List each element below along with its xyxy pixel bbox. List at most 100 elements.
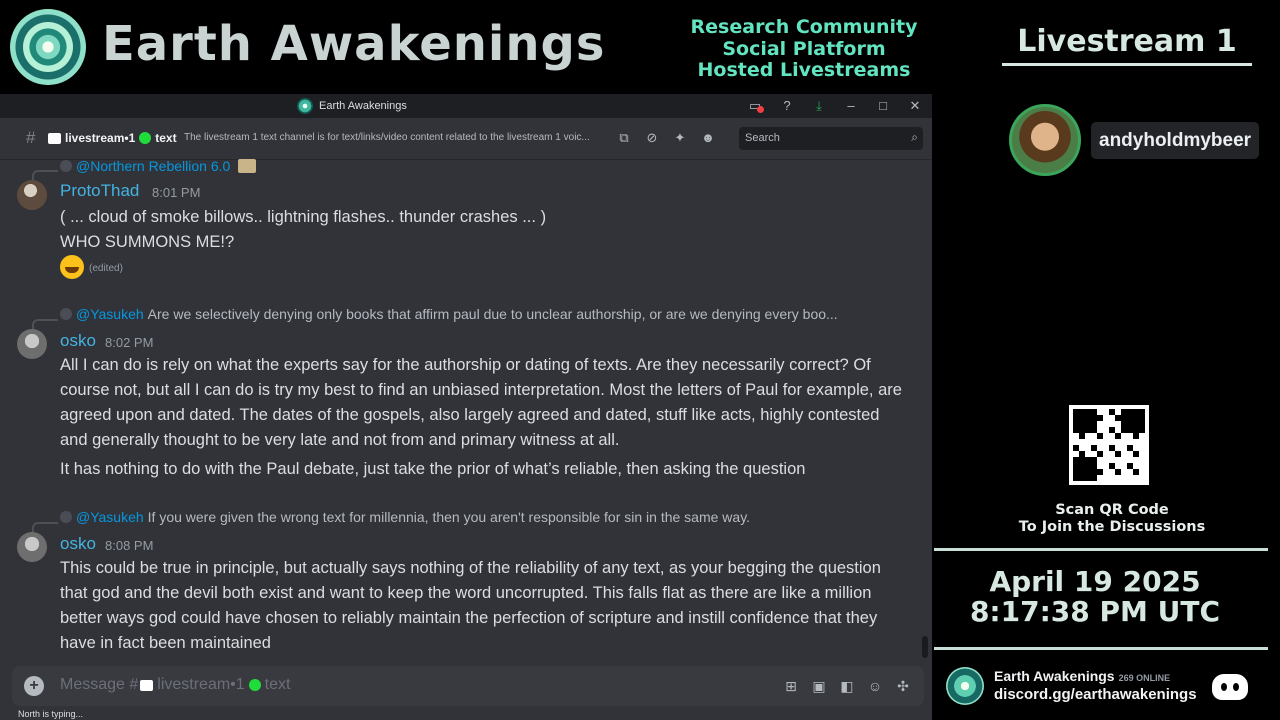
reply-spine — [32, 170, 58, 180]
threads-icon[interactable]: ⧉ — [615, 128, 633, 148]
message-list: @Northern Rebellion 6.0 ProtoThad 8:01 P… — [0, 158, 932, 660]
message-body: This could be true in principle, but act… — [60, 559, 881, 652]
placeholder-channel: livestream•1 — [157, 676, 245, 693]
scan-instructions: Scan QR Code To Join the Discussions — [992, 502, 1232, 536]
server-logo-icon — [297, 98, 313, 114]
username[interactable]: ProtoThad — [60, 181, 139, 201]
sticker-icon[interactable]: ◧ — [838, 676, 856, 696]
message-body: All I can do is rely on what the experts… — [60, 356, 902, 449]
header-icons: ⧉ ⊘ ✦ ☻ — [615, 128, 717, 148]
timestamp: 8:08 PM — [105, 538, 154, 553]
message-body: ( ... cloud of smoke billows.. lightning… — [60, 205, 910, 255]
speech-bubble-icon — [48, 132, 61, 144]
inbox-icon[interactable]: ▭ — [746, 96, 764, 116]
avatar[interactable] — [17, 329, 47, 359]
scrollbar-thumb[interactable] — [922, 636, 928, 658]
reply-reference[interactable]: @Northern Rebellion 6.0 — [60, 158, 257, 174]
placeholder-prefix: Message # — [60, 676, 139, 693]
scan-line: To Join the Discussions — [1018, 519, 1206, 535]
grinning-emoji-icon — [60, 255, 84, 279]
maximize-icon[interactable]: □ — [874, 96, 892, 116]
message-line: WHO SUMMONS ME!? — [60, 233, 235, 251]
download-icon[interactable]: ⤓ — [810, 96, 828, 116]
qr-module — [1139, 475, 1145, 481]
reply-avatar — [60, 160, 72, 172]
date: April 19 2025 — [989, 565, 1201, 598]
discord-icon — [1212, 674, 1248, 700]
reply-text: Are we selectively denying only books th… — [147, 306, 838, 322]
reply-reference[interactable]: @Yasukeh Are we selectively denying only… — [60, 306, 838, 322]
emoji-icon[interactable]: ☺ — [866, 676, 884, 696]
green-circle-icon — [139, 132, 152, 144]
edited-label: (edited) — [89, 263, 123, 274]
host-name: andyholdmybeer — [1091, 122, 1260, 159]
tagline-line: Hosted Livestreams — [697, 59, 911, 81]
divider — [934, 548, 1268, 551]
channel-topic[interactable]: The livestream 1 text channel is for tex… — [184, 132, 609, 143]
reply-spine — [32, 319, 58, 329]
help-icon[interactable]: ? — [778, 96, 796, 116]
datetime: April 19 2025 8:17:38 PM UTC — [940, 567, 1250, 627]
server-info: Earth Awakenings 269 ONLINE — [994, 668, 1170, 684]
mute-icon[interactable]: ⊘ — [643, 128, 661, 148]
discord-window: Earth Awakenings ▭ ? ⤓ – □ ✕ # livestrea… — [0, 94, 932, 720]
reply-text: If you were given the wrong text for mil… — [147, 509, 751, 525]
time: 8:17:38 PM UTC — [969, 595, 1221, 628]
tagline-line: Social Platform — [722, 37, 886, 60]
hash-icon: # — [26, 128, 36, 147]
composer-icons: ⊞ ▣ ◧ ☺ ✣ — [782, 676, 912, 696]
message-line: ( ... cloud of smoke billows.. lightning… — [60, 208, 547, 226]
tagline-line: Research Community — [690, 16, 918, 38]
flag-icon — [238, 159, 257, 173]
avatar[interactable] — [17, 180, 47, 210]
reply-mention[interactable]: @Northern Rebellion 6.0 — [76, 158, 230, 174]
minimize-icon[interactable]: – — [842, 96, 860, 116]
reply-spine — [32, 522, 58, 532]
members-icon[interactable]: ☻ — [699, 128, 717, 148]
gift-icon[interactable]: ⊞ — [782, 676, 800, 696]
reply-reference[interactable]: @Yasukeh If you were given the wrong tex… — [60, 509, 750, 525]
reply-mention[interactable]: @Yasukeh — [76, 509, 144, 525]
username[interactable]: osko — [60, 331, 96, 351]
placeholder-suffix: text — [264, 676, 291, 693]
gif-icon[interactable]: ▣ — [810, 676, 828, 696]
window-title-group: Earth Awakenings — [297, 98, 407, 114]
apps-icon[interactable]: ✣ — [894, 676, 912, 696]
window-title: Earth Awakenings — [319, 100, 407, 112]
invite-link: discord.gg/earthawakenings — [994, 686, 1197, 703]
title-bar: Earth Awakenings ▭ ? ⤓ – □ ✕ — [0, 94, 932, 118]
host-avatar — [1009, 104, 1081, 176]
typing-indicator: North is typing... — [18, 709, 84, 719]
message-placeholder: Message # livestream•1 text — [60, 676, 290, 694]
reply-mention[interactable]: @Yasukeh — [76, 306, 144, 322]
pin-icon[interactable]: ✦ — [671, 128, 689, 148]
timestamp: 8:02 PM — [105, 335, 154, 350]
channel-header: # livestream•1 text The livestream 1 tex… — [0, 118, 932, 160]
tagline: Research Community Social Platform Hoste… — [676, 16, 932, 82]
divider — [934, 647, 1268, 650]
add-attachment-icon[interactable]: + — [24, 676, 44, 696]
green-circle-icon — [248, 679, 261, 691]
timestamp: 8:01 PM — [152, 185, 201, 200]
close-icon[interactable]: ✕ — [906, 96, 924, 116]
brand-title: Earth Awakenings — [102, 16, 606, 72]
livestream-title: Livestream 1 — [1017, 24, 1237, 59]
server-logo-icon — [946, 667, 984, 705]
channel-name[interactable]: livestream•1 text — [48, 131, 177, 145]
window-controls: ▭ ? ⤓ – □ ✕ — [746, 96, 924, 116]
qr-code — [1069, 405, 1149, 485]
avatar[interactable] — [17, 532, 47, 562]
speech-bubble-icon — [140, 679, 154, 691]
message-followup: It has nothing to do with the Paul debat… — [60, 460, 806, 478]
message-input[interactable]: + Message # livestream•1 text ⊞ ▣ ◧ ☺ ✣ — [12, 666, 924, 706]
reply-avatar — [60, 308, 72, 320]
channel-name-text: livestream•1 — [65, 131, 136, 145]
scan-line: Scan QR Code — [1055, 502, 1169, 518]
earth-awakenings-logo — [10, 9, 86, 85]
search-input[interactable]: Search ⌕ — [739, 127, 923, 150]
online-count: 269 ONLINE — [1118, 673, 1171, 683]
search-placeholder: Search — [745, 132, 780, 144]
livestream-underline — [1002, 63, 1252, 66]
username[interactable]: osko — [60, 534, 96, 554]
qr-grid — [1073, 409, 1145, 481]
